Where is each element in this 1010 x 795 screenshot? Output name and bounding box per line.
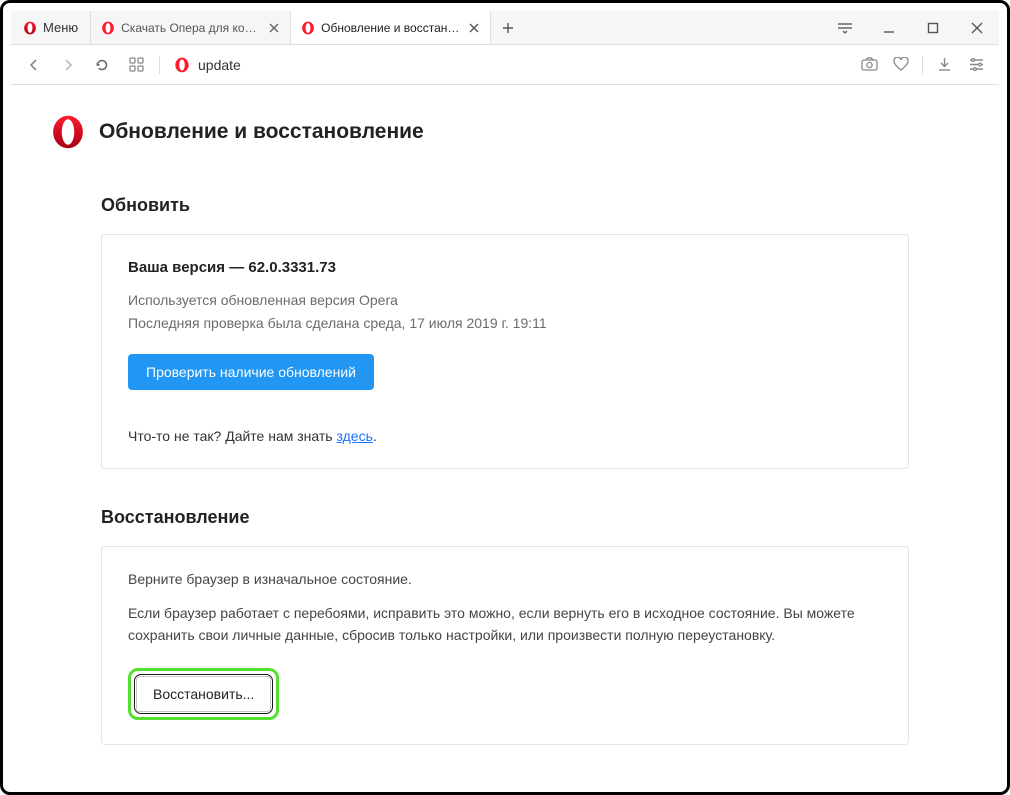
version-line: Ваша версия — 62.0.3331.73 xyxy=(128,259,882,276)
toolbar-right xyxy=(854,50,991,80)
tab-update-restore[interactable]: Обновление и восстановл xyxy=(291,11,491,44)
opera-favicon-icon xyxy=(101,21,115,35)
update-section-title: Обновить xyxy=(101,195,909,216)
restore-section-title: Восстановление xyxy=(101,507,909,528)
downloads-button[interactable] xyxy=(929,50,959,80)
tab-menu-button[interactable] xyxy=(823,11,867,45)
tab-label: Обновление и восстановл xyxy=(321,21,460,35)
menu-button[interactable]: Меню xyxy=(11,11,91,44)
bookmark-heart-button[interactable] xyxy=(886,50,916,80)
update-status: Используется обновленная версия Opera xyxy=(128,290,882,311)
version-number: 62.0.3331.73 xyxy=(248,259,336,276)
snapshot-button[interactable] xyxy=(854,50,884,80)
address-bar[interactable]: update xyxy=(168,57,850,73)
forward-button[interactable] xyxy=(53,50,83,80)
tab-label: Скачать Опера для компь xyxy=(121,21,260,35)
opera-favicon-icon xyxy=(174,57,190,73)
minimize-button[interactable] xyxy=(867,11,911,45)
back-button[interactable] xyxy=(19,50,49,80)
restore-card: Верните браузер в изначальное состояние.… xyxy=(101,546,909,745)
restore-lead: Верните браузер в изначальное состояние. xyxy=(128,571,882,587)
menu-label: Меню xyxy=(43,20,78,35)
maximize-button[interactable] xyxy=(911,11,955,45)
opera-favicon-icon xyxy=(301,21,315,35)
update-card: Ваша версия — 62.0.3331.73 Используется … xyxy=(101,234,909,469)
last-check: Последняя проверка была сделана среда, 1… xyxy=(128,313,882,334)
easy-setup-button[interactable] xyxy=(961,50,991,80)
window-controls xyxy=(823,11,999,44)
titlebar: Меню Скачать Опера для компь xyxy=(11,11,999,45)
opera-logo-icon xyxy=(51,115,85,149)
tab-strip: Скачать Опера для компь Обновление и вос… xyxy=(91,11,823,44)
address-text: update xyxy=(198,57,241,73)
page-content: Обновление и восстановление Обновить Ваш… xyxy=(11,87,999,784)
restore-body: Если браузер работает с перебоями, испра… xyxy=(128,603,882,646)
separator xyxy=(922,56,923,74)
speed-dial-button[interactable] xyxy=(121,50,151,80)
tab-opera-download[interactable]: Скачать Опера для компь xyxy=(91,11,291,44)
close-window-button[interactable] xyxy=(955,11,999,45)
check-updates-button[interactable]: Проверить наличие обновлений xyxy=(128,354,374,390)
tab-close-button[interactable] xyxy=(466,20,482,36)
tab-close-button[interactable] xyxy=(266,20,282,36)
restore-button[interactable]: Восстановить... xyxy=(136,676,271,712)
opera-logo-icon xyxy=(23,21,37,35)
page-header: Обновление и восстановление xyxy=(11,87,999,167)
page-title: Обновление и восстановление xyxy=(99,120,424,144)
feedback-line: Что-то не так? Дайте нам знать здесь. xyxy=(128,428,882,444)
feedback-prefix: Что-то не так? Дайте нам знать xyxy=(128,428,337,444)
feedback-suffix: . xyxy=(373,428,377,444)
version-prefix: Ваша версия — xyxy=(128,259,248,276)
separator xyxy=(159,56,160,74)
reload-button[interactable] xyxy=(87,50,117,80)
toolbar: update xyxy=(11,45,999,85)
new-tab-button[interactable] xyxy=(491,11,525,44)
highlight-annotation: Восстановить... xyxy=(128,668,279,720)
feedback-link[interactable]: здесь xyxy=(337,428,373,444)
